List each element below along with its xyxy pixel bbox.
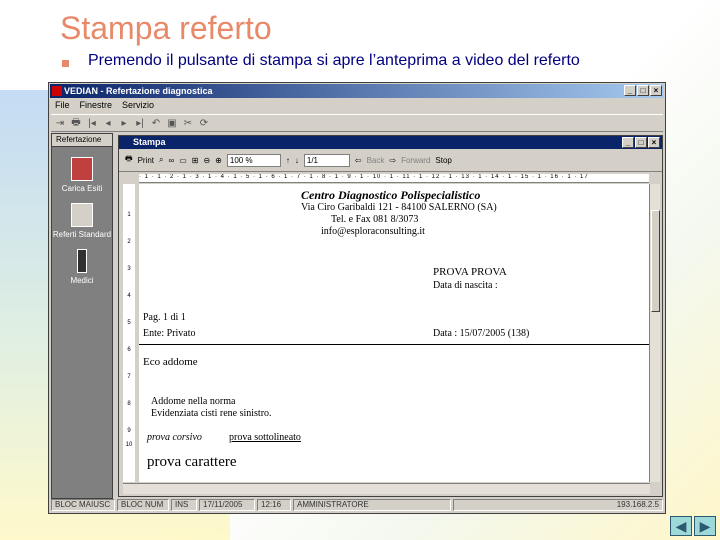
first-record-icon[interactable]: |◂ bbox=[87, 118, 97, 129]
report-page: Centro Diagnostico Polispecialistico Via… bbox=[139, 184, 649, 482]
previous-slide-button[interactable]: ◀ bbox=[670, 516, 692, 536]
menu-file[interactable]: File bbox=[55, 100, 70, 112]
scroll-thumb[interactable] bbox=[651, 210, 660, 312]
forward-button[interactable]: Forward bbox=[401, 156, 430, 165]
status-caps: BLOC MAIUSC bbox=[51, 499, 115, 511]
refresh-icon[interactable]: ⟳ bbox=[199, 118, 209, 129]
prev-record-icon[interactable]: ◂ bbox=[103, 118, 113, 129]
center-tel: Tel. e Fax 081 8/3073 bbox=[331, 214, 419, 225]
maximize-button[interactable]: □ bbox=[637, 85, 649, 96]
menu-finestre[interactable]: Finestre bbox=[80, 100, 113, 112]
horizontal-ruler: · 1 · 1 · 2 · 1 · 3 · 1 · 4 · 1 · 5 · 1 … bbox=[139, 174, 649, 183]
back-icon[interactable]: ⇦ bbox=[355, 156, 362, 165]
preview-toolbar: 🖶 Print ⌕ ∞ ▭ ⊞ ⊖ ⊕ 100 % ↑ ↓ 1/1 ⇦ Back… bbox=[119, 149, 662, 172]
large-font-sample: prova carattere bbox=[147, 454, 237, 470]
next-slide-button[interactable]: ▶ bbox=[694, 516, 716, 536]
print-button[interactable]: Print bbox=[138, 156, 154, 165]
status-time: 12:16 bbox=[257, 499, 291, 511]
entity-label: Ente: Privato bbox=[143, 328, 196, 339]
bullet-square-icon bbox=[62, 60, 69, 67]
zoom-select[interactable]: 100 % bbox=[226, 153, 281, 167]
birth-label: Data di nascita : bbox=[433, 280, 498, 291]
print-preview-window: Stampa _ □ × 🖶 Print ⌕ ∞ ▭ ⊞ ⊖ ⊕ 100 % ↑… bbox=[118, 135, 663, 497]
save-icon[interactable]: ▣ bbox=[167, 118, 177, 129]
sidebar: Refertazione Carica Esiti Referti Standa… bbox=[51, 133, 113, 499]
app-window: VEDIAN - Refertazione diagnostica _ □ × … bbox=[48, 82, 666, 514]
vertical-ruler: 1 2 3 4 5 6 7 8 9 10 bbox=[123, 184, 135, 482]
preview-maximize-button[interactable]: □ bbox=[635, 137, 647, 148]
undo-icon[interactable]: ↶ bbox=[151, 118, 161, 129]
report-line-1: Addome nella norma bbox=[151, 396, 236, 407]
preview-titlebar[interactable]: Stampa _ □ × bbox=[119, 136, 662, 149]
app-icon bbox=[52, 86, 62, 96]
vertical-scrollbar[interactable] bbox=[649, 184, 660, 482]
menu-servizio[interactable]: Servizio bbox=[122, 100, 154, 112]
report-date: Data : 15/07/2005 (138) bbox=[433, 328, 530, 339]
person-icon bbox=[77, 249, 87, 273]
report-line-2: Evidenziata cisti rene sinistro. bbox=[151, 408, 272, 419]
status-num: BLOC NUM bbox=[117, 499, 169, 511]
exam-name: Eco addome bbox=[143, 356, 198, 368]
print-icon[interactable]: 🖶 bbox=[71, 115, 81, 132]
minimize-button[interactable]: _ bbox=[624, 85, 636, 96]
patient-name: PROVA PROVA bbox=[433, 266, 507, 278]
sidebar-header: Refertazione bbox=[52, 134, 112, 147]
horizontal-scrollbar[interactable] bbox=[123, 483, 650, 494]
app-titlebar[interactable]: VEDIAN - Refertazione diagnostica _ □ × bbox=[50, 84, 664, 98]
statusbar: BLOC MAIUSC BLOC NUM INS 17/11/2005 12:1… bbox=[51, 499, 663, 511]
document-list-icon bbox=[71, 203, 93, 227]
status-user: AMMINISTRATORE bbox=[293, 499, 451, 511]
center-name: Centro Diagnostico Polispecialistico bbox=[301, 188, 481, 202]
page-field[interactable]: 1/1 bbox=[303, 153, 350, 167]
slide-title: Stampa referto bbox=[60, 10, 272, 46]
underline-sample: prova sottolineato bbox=[229, 432, 301, 443]
delete-icon[interactable]: ✂ bbox=[183, 118, 193, 129]
forward-icon[interactable]: ⇨ bbox=[389, 156, 396, 165]
menubar: File Finestre Servizio bbox=[51, 100, 154, 112]
preview-title: Stampa bbox=[133, 137, 166, 147]
cart-icon bbox=[71, 157, 93, 181]
next-record-icon[interactable]: ▸ bbox=[119, 118, 129, 129]
status-ip: 193.168.2.5 bbox=[453, 499, 663, 511]
single-page-icon[interactable]: ▭ bbox=[179, 156, 187, 165]
zoom-in-icon[interactable]: ⊕ bbox=[215, 156, 222, 165]
page-label: Pag. 1 di 1 bbox=[143, 312, 186, 323]
status-date: 17/11/2005 bbox=[199, 499, 255, 511]
last-record-icon[interactable]: ▸| bbox=[135, 118, 145, 129]
close-button[interactable]: × bbox=[650, 85, 662, 96]
find-icon[interactable]: ⌕ bbox=[159, 155, 163, 165]
multi-page-icon[interactable]: ⊞ bbox=[192, 156, 199, 165]
sidebar-item-medici[interactable]: Medici bbox=[52, 249, 112, 285]
main-toolbar: ⇥ 🖶 |◂ ◂ ▸ ▸| ↶ ▣ ✂ ⟳ bbox=[51, 114, 663, 132]
back-button[interactable]: Back bbox=[367, 156, 385, 165]
down-arrow-icon[interactable]: ↓ bbox=[295, 156, 299, 165]
sidebar-item-referti-standard[interactable]: Referti Standard bbox=[52, 203, 112, 239]
separator-line bbox=[139, 344, 649, 345]
slide-bullet-text: Premendo il pulsante di stampa si apre l… bbox=[88, 52, 580, 69]
exit-icon[interactable]: ⇥ bbox=[55, 118, 65, 129]
preview-minimize-button[interactable]: _ bbox=[622, 137, 634, 148]
stop-button[interactable]: Stop bbox=[435, 156, 451, 165]
center-address: Via Ciro Garibaldi 121 - 84100 SALERNO (… bbox=[301, 202, 497, 213]
status-ins: INS bbox=[171, 499, 197, 511]
print-icon[interactable]: 🖶 bbox=[125, 153, 133, 167]
center-email: info@esploraconsulting.it bbox=[321, 226, 425, 237]
app-title: VEDIAN - Refertazione diagnostica bbox=[64, 86, 213, 96]
italic-sample: prova corsivo bbox=[147, 432, 202, 443]
zoom-out-icon[interactable]: ⊖ bbox=[203, 156, 210, 165]
preview-close-button[interactable]: × bbox=[648, 137, 660, 148]
up-arrow-icon[interactable]: ↑ bbox=[286, 156, 290, 165]
binoculars-icon[interactable]: ∞ bbox=[169, 156, 175, 165]
sidebar-item-carica-esiti[interactable]: Carica Esiti bbox=[52, 157, 112, 193]
